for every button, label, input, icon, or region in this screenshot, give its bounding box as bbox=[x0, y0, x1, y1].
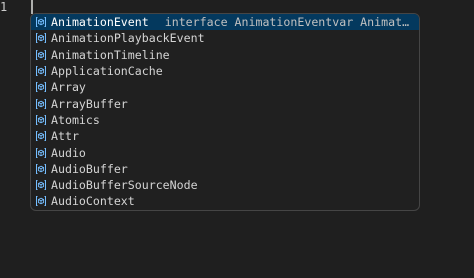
suggest-item[interactable]: Array bbox=[31, 79, 419, 95]
symbol-variable-icon bbox=[35, 114, 47, 126]
suggest-widget[interactable]: AnimationEvent interface AnimationEventv… bbox=[30, 13, 420, 211]
symbol-variable-icon bbox=[35, 179, 47, 191]
suggest-item-label: ArrayBuffer bbox=[51, 96, 128, 111]
symbol-variable-icon bbox=[35, 195, 47, 207]
suggest-item[interactable]: AnimationPlaybackEvent bbox=[31, 30, 419, 46]
suggest-item-label: AudioBuffer bbox=[51, 161, 128, 176]
symbol-variable-icon bbox=[35, 147, 47, 159]
suggest-item[interactable]: ApplicationCache bbox=[31, 63, 419, 79]
suggest-item[interactable]: Atomics bbox=[31, 112, 419, 128]
suggest-item-label: ApplicationCache bbox=[51, 64, 163, 79]
suggest-item-label: Audio bbox=[51, 145, 86, 160]
suggest-item[interactable]: ArrayBuffer bbox=[31, 95, 419, 111]
suggest-item-label: AnimationEvent bbox=[51, 15, 149, 30]
suggest-item-label: AudioContext bbox=[51, 194, 135, 209]
line-number: 1 bbox=[0, 0, 8, 14]
suggest-item-detail: interface AnimationEventvar AnimationEve… bbox=[164, 15, 419, 30]
suggest-item[interactable]: AudioContext bbox=[31, 193, 419, 209]
suggest-item-label: AnimationTimeline bbox=[51, 47, 170, 62]
suggest-item-label: AudioBufferSourceNode bbox=[51, 178, 198, 193]
text-cursor bbox=[31, 0, 33, 14]
symbol-variable-icon bbox=[35, 163, 47, 175]
suggest-item-selected[interactable]: AnimationEvent interface AnimationEventv… bbox=[31, 14, 419, 31]
suggest-item[interactable]: AudioBuffer bbox=[31, 161, 419, 177]
suggest-item-label: Attr bbox=[51, 129, 79, 144]
symbol-variable-icon bbox=[35, 16, 47, 28]
code-editor[interactable]: 1 AnimationEvent interface AnimationEven… bbox=[0, 0, 474, 278]
symbol-variable-icon bbox=[35, 32, 47, 44]
suggest-item-label: AnimationPlaybackEvent bbox=[51, 31, 205, 46]
suggest-item-label: Atomics bbox=[51, 112, 100, 127]
suggest-item[interactable]: AnimationTimeline bbox=[31, 47, 419, 63]
symbol-variable-icon bbox=[35, 98, 47, 110]
symbol-variable-icon bbox=[35, 49, 47, 61]
symbol-variable-icon bbox=[35, 130, 47, 142]
suggest-item-label: Array bbox=[51, 80, 86, 95]
symbol-variable-icon bbox=[35, 81, 47, 93]
suggest-item[interactable]: AudioBufferSourceNode bbox=[31, 177, 419, 193]
suggest-item[interactable]: Audio bbox=[31, 144, 419, 160]
suggest-item[interactable]: Attr bbox=[31, 128, 419, 144]
symbol-variable-icon bbox=[35, 65, 47, 77]
